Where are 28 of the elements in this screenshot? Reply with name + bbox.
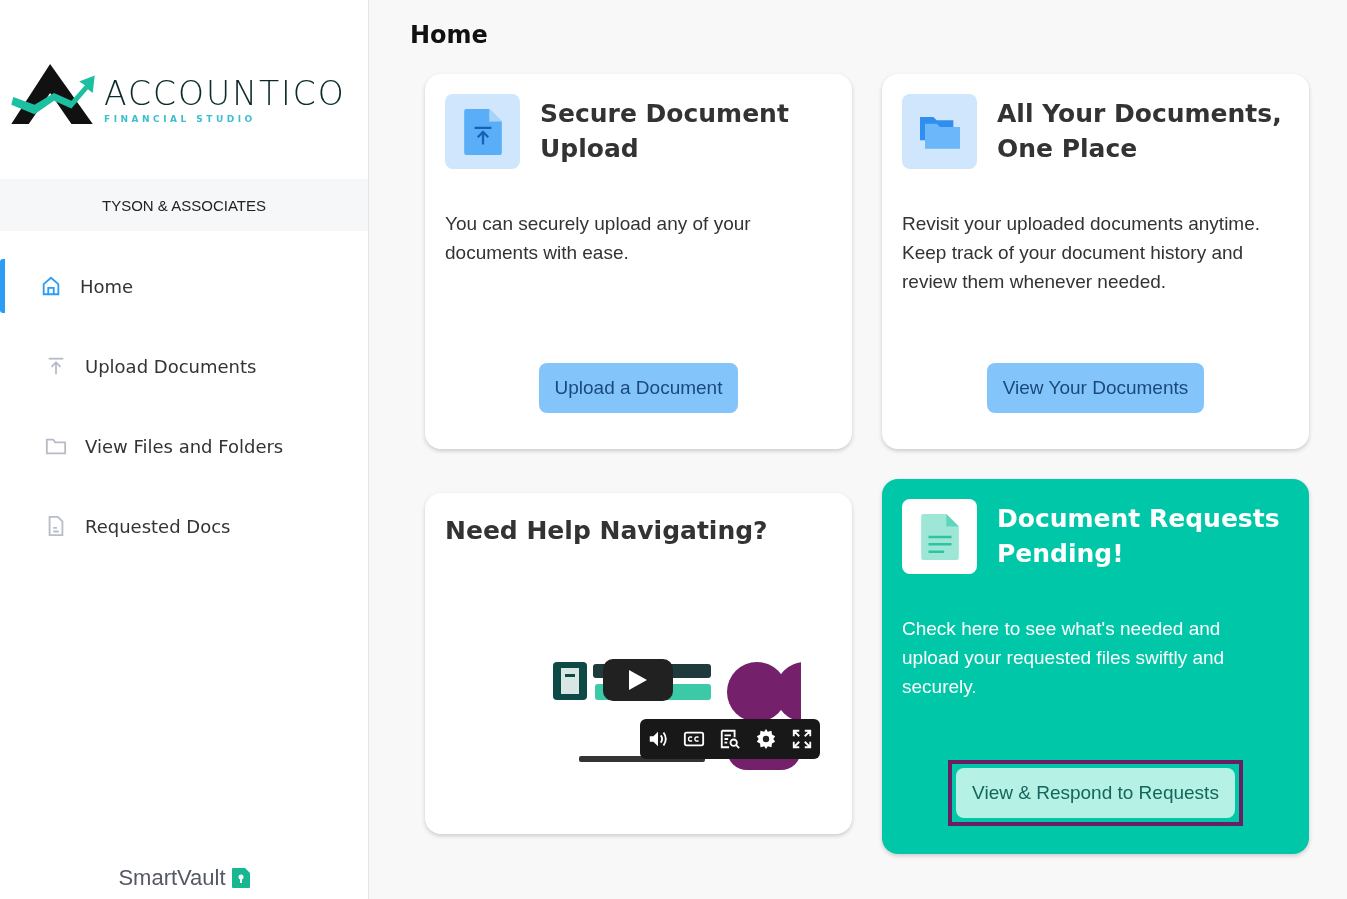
card-title: Need Help Navigating? xyxy=(445,515,769,547)
action-button[interactable]: Upload a Document xyxy=(538,363,739,413)
card-title: All Your Documents, One Place xyxy=(997,98,1283,165)
brand-name: SmartVault xyxy=(118,865,226,891)
lock-document-icon xyxy=(231,868,250,888)
logo-tagline: FINANCIAL STUDIO xyxy=(104,113,257,126)
action-button[interactable]: View Your Documents xyxy=(986,363,1205,413)
action-button[interactable]: View & Respond to Requests xyxy=(956,768,1235,818)
sidebar-item[interactable]: View Files and Folders xyxy=(0,419,368,473)
firm-name-bar: TYSON & ASSOCIATES xyxy=(0,179,368,231)
fullscreen-icon[interactable] xyxy=(791,728,813,750)
play-button[interactable] xyxy=(603,659,673,701)
logo-icon xyxy=(10,62,96,126)
document-icon xyxy=(919,513,960,560)
page-title: Home xyxy=(410,20,489,51)
card-text: You can securely upload any of your documents with ease. xyxy=(445,212,752,265)
card-text: Revisit your uploaded documents anytime. Keep track of your document history and review them whenever needed. xyxy=(902,212,1262,294)
sidebar-item[interactable]: Upload Documents xyxy=(0,339,368,393)
sidebar-item[interactable]: Requested Docs xyxy=(0,499,368,553)
logo-wordmark: ACCOUNTICO xyxy=(104,76,346,112)
card-text: Check here to see what's needed and upload your requested files swiftly and securely. xyxy=(902,617,1226,699)
file-upload-icon xyxy=(462,108,503,155)
settings-icon[interactable] xyxy=(755,728,777,750)
card-title: Document Requests Pending! xyxy=(997,503,1281,570)
home-icon xyxy=(40,275,62,297)
transcript-search-icon[interactable] xyxy=(719,728,741,750)
card-title: Secure Document Upload xyxy=(540,98,790,165)
play-icon xyxy=(629,670,647,690)
